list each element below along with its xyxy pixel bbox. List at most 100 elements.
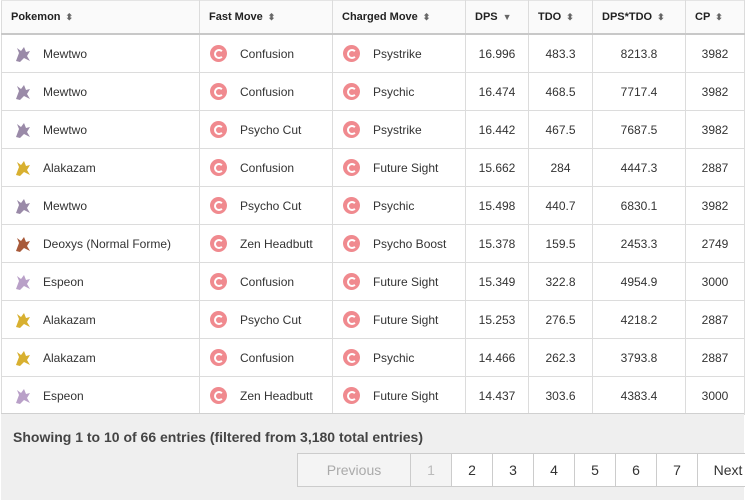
tdo-cell: 468.5 xyxy=(528,72,593,111)
pokemon-sprite-icon xyxy=(12,195,34,217)
psychic-type-icon xyxy=(343,83,360,100)
tdo-cell: 322.8 xyxy=(528,262,593,301)
sort-icon: ⬍ xyxy=(566,12,574,22)
charged-move-cell: Psystrike xyxy=(332,110,466,149)
psychic-type-icon xyxy=(210,197,227,214)
psychic-type-icon xyxy=(210,83,227,100)
pokemon-sprite-icon xyxy=(12,271,34,293)
tdo-cell: 440.7 xyxy=(528,186,593,225)
page-button-4[interactable]: 4 xyxy=(533,453,575,487)
pagination: Previous 1 2 3 4 5 6 7 Next xyxy=(297,453,745,487)
charged-move-name: Future Sight xyxy=(373,312,439,327)
table-row: Alakazam Confusion Psychic 14.466 262.3 3793.… xyxy=(1,338,745,377)
fast-move-name: Confusion xyxy=(240,274,295,289)
pokemon-name: Alakazam xyxy=(43,350,96,365)
charged-move-name: Future Sight xyxy=(373,388,439,403)
pokemon-name: Espeon xyxy=(43,274,84,289)
fast-move-name: Confusion xyxy=(240,84,295,99)
cp-cell: 3982 xyxy=(685,33,745,73)
pokemon-cell: Mewtwo xyxy=(1,186,200,225)
fast-move-name: Psycho Cut xyxy=(240,312,302,327)
psychic-type-icon xyxy=(210,273,227,290)
fast-move-cell: Confusion xyxy=(199,148,333,187)
cp-cell: 3000 xyxy=(685,262,745,301)
table-row: Alakazam Psycho Cut Future Sight 15.253 276.… xyxy=(1,300,745,339)
next-page-button[interactable]: Next xyxy=(697,453,745,487)
dps-cell: 15.498 xyxy=(465,186,529,225)
table-row: Mewtwo Confusion Psychic 16.474 468.5 7717.4 3… xyxy=(1,72,745,111)
column-header-tdo[interactable]: TDO ⬍ xyxy=(528,0,593,35)
psychic-type-icon xyxy=(210,159,227,176)
column-header-dps[interactable]: DPS ▼ xyxy=(465,0,529,35)
pokemon-name: Alakazam xyxy=(43,312,96,327)
fast-move-name: Confusion xyxy=(240,46,295,61)
tdo-cell: 276.5 xyxy=(528,300,593,339)
psychic-type-icon xyxy=(343,121,360,138)
charged-move-cell: Future Sight xyxy=(332,300,466,339)
cp-cell: 2887 xyxy=(685,148,745,187)
charged-move-name: Future Sight xyxy=(373,160,439,175)
fast-move-cell: Confusion xyxy=(199,262,333,301)
pokemon-sprite-icon xyxy=(12,347,34,369)
psychic-type-icon xyxy=(343,45,360,62)
column-header-cp[interactable]: CP ⬍ xyxy=(685,0,745,35)
charged-move-name: Psystrike xyxy=(373,46,422,61)
dps-tdo-cell: 4218.2 xyxy=(592,300,686,339)
cp-cell: 3982 xyxy=(685,186,745,225)
page-button-1[interactable]: 1 xyxy=(410,453,452,487)
table-row: Deoxys (Normal Forme) Zen Headbutt Psycho … xyxy=(1,224,745,263)
psychic-type-icon xyxy=(343,235,360,252)
cp-cell: 2887 xyxy=(685,338,745,377)
pokemon-cell: Mewtwo xyxy=(1,110,200,149)
psychic-type-icon xyxy=(343,273,360,290)
pokemon-name: Mewtwo xyxy=(43,122,88,137)
table-row: Mewtwo Psycho Cut Psychic 15.498 440.7 6830.1… xyxy=(1,186,745,225)
psychic-type-icon xyxy=(210,121,227,138)
page-button-2[interactable]: 2 xyxy=(451,453,493,487)
pokemon-name: Espeon xyxy=(43,388,84,403)
charged-move-cell: Psycho Boost xyxy=(332,224,466,263)
table-row: Alakazam Confusion Future Sight 15.662 284 44… xyxy=(1,148,745,187)
tdo-cell: 303.6 xyxy=(528,376,593,415)
dps-tdo-cell: 8213.8 xyxy=(592,33,686,73)
psychic-type-icon xyxy=(210,235,227,252)
charged-move-name: Psychic xyxy=(373,198,415,213)
dps-cell: 16.996 xyxy=(465,33,529,73)
fast-move-name: Psycho Cut xyxy=(240,198,302,213)
fast-move-cell: Zen Headbutt xyxy=(199,376,333,415)
column-header-pokemon[interactable]: Pokemon ⬍ xyxy=(1,0,200,35)
psychic-type-icon xyxy=(343,349,360,366)
page-button-6[interactable]: 6 xyxy=(615,453,657,487)
previous-page-button[interactable]: Previous xyxy=(297,453,411,487)
pokemon-sprite-icon xyxy=(12,385,34,407)
column-header-dps-tdo[interactable]: DPS*TDO ⬍ xyxy=(592,0,686,35)
charged-move-name: Psychic xyxy=(373,350,415,365)
sort-icon: ⬍ xyxy=(657,12,665,22)
dps-cell: 14.466 xyxy=(465,338,529,377)
table-row: Espeon Zen Headbutt Future Sight 14.437 303.… xyxy=(1,376,745,415)
dps-tdo-cell: 6830.1 xyxy=(592,186,686,225)
charged-move-cell: Future Sight xyxy=(332,148,466,187)
charged-move-name: Psychic xyxy=(373,84,415,99)
psychic-type-icon xyxy=(343,387,360,404)
page-button-5[interactable]: 5 xyxy=(574,453,616,487)
page-button-7[interactable]: 7 xyxy=(656,453,698,487)
charged-move-name: Future Sight xyxy=(373,274,439,289)
charged-move-name: Psycho Boost xyxy=(373,236,447,251)
psychic-type-icon xyxy=(343,311,360,328)
cp-cell: 2749 xyxy=(685,224,745,263)
cp-cell: 3982 xyxy=(685,110,745,149)
fast-move-cell: Confusion xyxy=(199,338,333,377)
pokemon-cell: Espeon xyxy=(1,262,200,301)
sort-icon: ⬍ xyxy=(267,12,276,22)
tdo-cell: 284 xyxy=(528,148,593,187)
page-button-3[interactable]: 3 xyxy=(492,453,534,487)
column-header-fast-move[interactable]: Fast Move ⬍ xyxy=(199,0,333,35)
fast-move-name: Confusion xyxy=(240,350,295,365)
column-header-charged-move[interactable]: Charged Move ⬍ xyxy=(332,0,466,35)
table-row: Mewtwo Psycho Cut Psystrike 16.442 467.5 7687… xyxy=(1,110,745,149)
pokemon-sprite-icon xyxy=(12,309,34,331)
dps-cell: 15.662 xyxy=(465,148,529,187)
pokemon-name: Mewtwo xyxy=(43,198,88,213)
fast-move-cell: Psycho Cut xyxy=(199,186,333,225)
